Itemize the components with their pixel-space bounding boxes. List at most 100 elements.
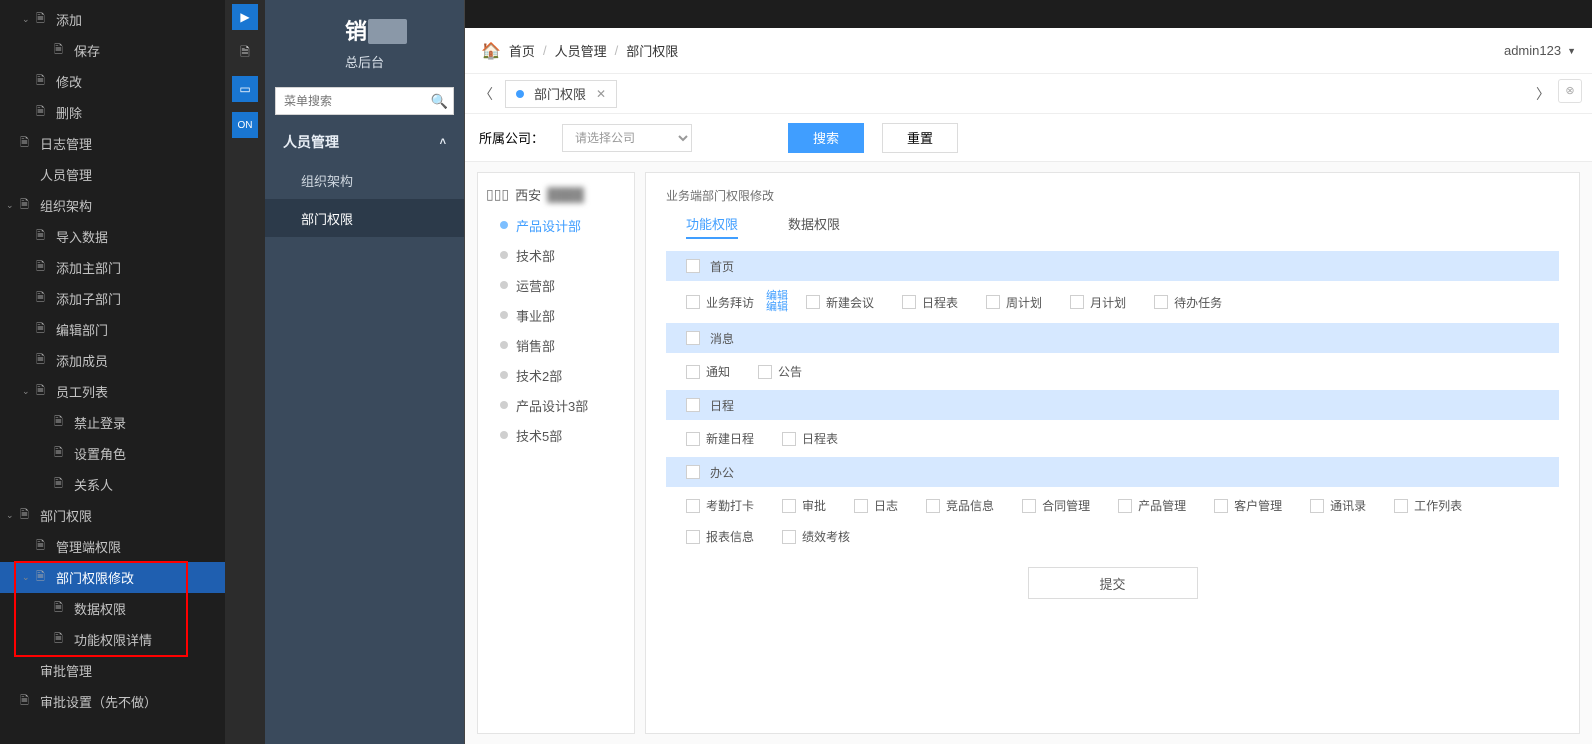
org-tree-node[interactable]: 运营部 xyxy=(486,270,626,300)
perm-group-header: 首页 xyxy=(666,251,1559,281)
menu-search-input[interactable] xyxy=(275,87,454,115)
tree-item[interactable]: 人员管理 xyxy=(0,159,225,190)
org-node-label: 技术部 xyxy=(516,246,555,265)
tree-item[interactable]: 🗎日志管理 xyxy=(0,128,225,159)
menu2-item[interactable]: 组织架构 xyxy=(265,161,464,199)
perm-checkbox[interactable]: 公告 xyxy=(758,363,802,380)
vtool-mobile[interactable]: ▭ xyxy=(232,76,258,102)
org-tree-node[interactable]: 销售部 xyxy=(486,330,626,360)
tree-item[interactable]: 🗎管理端权限 xyxy=(0,531,225,562)
tree-item[interactable]: ⌄🗎员工列表 xyxy=(0,376,225,407)
menu-group-personnel[interactable]: 人员管理 ˄ xyxy=(265,123,464,161)
vtool-play[interactable]: ▶ xyxy=(232,4,258,30)
org-tree-node[interactable]: 事业部 xyxy=(486,300,626,330)
tree-item[interactable]: 🗎数据权限 xyxy=(0,593,225,624)
bc-level2: 部门权限 xyxy=(626,41,678,60)
tab-prev[interactable]: 〈 xyxy=(475,79,497,109)
search-button[interactable]: 搜索 xyxy=(788,123,864,153)
perm-checkbox[interactable]: 周计划 xyxy=(986,294,1042,311)
perm-checkbox[interactable]: 日程表 xyxy=(782,430,838,447)
tree-item[interactable]: 🗎导入数据 xyxy=(0,221,225,252)
perm-tab-function[interactable]: 功能权限 xyxy=(686,214,738,239)
perm-checkbox[interactable]: 待办任务 xyxy=(1154,294,1222,311)
file-icon: 🗎 xyxy=(36,568,50,587)
tree-item[interactable]: 🗎编辑部门 xyxy=(0,314,225,345)
org-tree-node[interactable]: 产品设计部 xyxy=(486,210,626,240)
perm-checkbox[interactable]: 考勤打卡 xyxy=(686,497,754,514)
bc-level1[interactable]: 人员管理 xyxy=(555,41,607,60)
tree-item[interactable]: 🗎禁止登录 xyxy=(0,407,225,438)
checkbox-icon xyxy=(758,365,772,379)
perm-checkbox[interactable]: 合同管理 xyxy=(1022,497,1090,514)
file-icon: 🗎 xyxy=(20,196,34,215)
org-root[interactable]: ▯▯▯ 西安████ xyxy=(486,185,626,204)
perm-checkbox[interactable]: 客户管理 xyxy=(1214,497,1282,514)
vtool-doc[interactable]: 🗎 xyxy=(232,40,258,66)
perm-label: 工作列表 xyxy=(1414,497,1462,514)
perm-checkbox[interactable]: 审批 xyxy=(782,497,826,514)
tree-item-label: 保存 xyxy=(74,41,100,60)
tree-item[interactable]: ⌄🗎部门权限修改 xyxy=(0,562,225,593)
perm-checkbox[interactable]: 竞品信息 xyxy=(926,497,994,514)
perm-checkbox[interactable]: 月计划 xyxy=(1070,294,1126,311)
perm-group-check[interactable] xyxy=(686,331,700,345)
tree-item[interactable]: ⌄🗎组织架构 xyxy=(0,190,225,221)
checkbox-icon xyxy=(1070,295,1084,309)
tree-item[interactable]: 🗎添加主部门 xyxy=(0,252,225,283)
tree-item[interactable]: 🗎添加成员 xyxy=(0,345,225,376)
submit-button[interactable]: 提交 xyxy=(1028,567,1198,599)
vtool-sync[interactable]: ON xyxy=(232,112,258,138)
perm-checkbox[interactable]: 日志 xyxy=(854,497,898,514)
org-tree-node[interactable]: 产品设计3部 xyxy=(486,390,626,420)
user-menu[interactable]: admin123 ▼ xyxy=(1504,43,1576,58)
tree-item[interactable]: ⌄🗎添加 xyxy=(0,4,225,35)
file-icon: 🗎 xyxy=(36,258,50,277)
tab-dept-perm[interactable]: 部门权限 ✕ xyxy=(505,80,617,108)
perm-checkbox[interactable]: 产品管理 xyxy=(1118,497,1186,514)
checkbox-icon xyxy=(686,365,700,379)
tab-close-icon[interactable]: ✕ xyxy=(596,87,606,101)
company-select[interactable]: 请选择公司 xyxy=(562,124,692,152)
perm-checkbox[interactable]: 工作列表 xyxy=(1394,497,1462,514)
tree-item[interactable]: 🗎修改 xyxy=(0,66,225,97)
menu2-item[interactable]: 部门权限 xyxy=(265,199,464,237)
home-icon[interactable]: 🏠 xyxy=(481,41,501,61)
tree-item[interactable]: 🗎功能权限详情 xyxy=(0,624,225,655)
perm-checkbox[interactable]: 绩效考核 xyxy=(782,528,850,545)
tab-next[interactable]: 〉 xyxy=(1532,79,1554,109)
tree-item[interactable]: 🗎添加子部门 xyxy=(0,283,225,314)
tree-item[interactable]: 🗎关系人 xyxy=(0,469,225,500)
perm-checkbox[interactable]: 新建日程 xyxy=(686,430,754,447)
edit-link[interactable]: 编辑 xyxy=(766,302,788,313)
tree-item[interactable]: 审批管理 xyxy=(0,655,225,686)
filter-bar: 所属公司： 请选择公司 搜索 重置 xyxy=(465,114,1592,162)
tree-item[interactable]: 🗎删除 xyxy=(0,97,225,128)
perm-row: 新建日程 日程表 xyxy=(666,420,1559,451)
tree-item-label: 员工列表 xyxy=(56,382,108,401)
perm-checkbox[interactable]: 通知 xyxy=(686,363,730,380)
tree-item[interactable]: ⌄🗎部门权限 xyxy=(0,500,225,531)
org-tree-node[interactable]: 技术5部 xyxy=(486,420,626,450)
perm-group-check[interactable] xyxy=(686,398,700,412)
tree-item[interactable]: 🗎保存 xyxy=(0,35,225,66)
tree-item[interactable]: 🗎审批设置（先不做） xyxy=(0,686,225,717)
org-tree-node[interactable]: 技术2部 xyxy=(486,360,626,390)
org-tree-node[interactable]: 技术部 xyxy=(486,240,626,270)
perm-checkbox[interactable]: 日程表 xyxy=(902,294,958,311)
tree-item-label: 添加 xyxy=(56,10,82,29)
checkbox-icon xyxy=(1022,499,1036,513)
perm-checkbox[interactable]: 业务拜访 xyxy=(686,294,754,311)
perm-checkbox[interactable]: 新建会议 xyxy=(806,294,874,311)
perm-group-check[interactable] xyxy=(686,465,700,479)
tree-item[interactable]: 🗎设置角色 xyxy=(0,438,225,469)
tab-close-all[interactable]: ⊗ xyxy=(1558,79,1582,103)
file-icon: 🗎 xyxy=(36,382,50,401)
perm-group-check[interactable] xyxy=(686,259,700,273)
bc-home[interactable]: 首页 xyxy=(509,41,535,60)
vertical-toolbar: ▶ 🗎 ▭ ON xyxy=(225,0,265,744)
perm-checkbox[interactable]: 通讯录 xyxy=(1310,497,1366,514)
reset-button[interactable]: 重置 xyxy=(882,123,958,153)
caret-down-icon: ▼ xyxy=(1567,46,1576,56)
perm-checkbox[interactable]: 报表信息 xyxy=(686,528,754,545)
perm-tab-data[interactable]: 数据权限 xyxy=(788,214,840,239)
